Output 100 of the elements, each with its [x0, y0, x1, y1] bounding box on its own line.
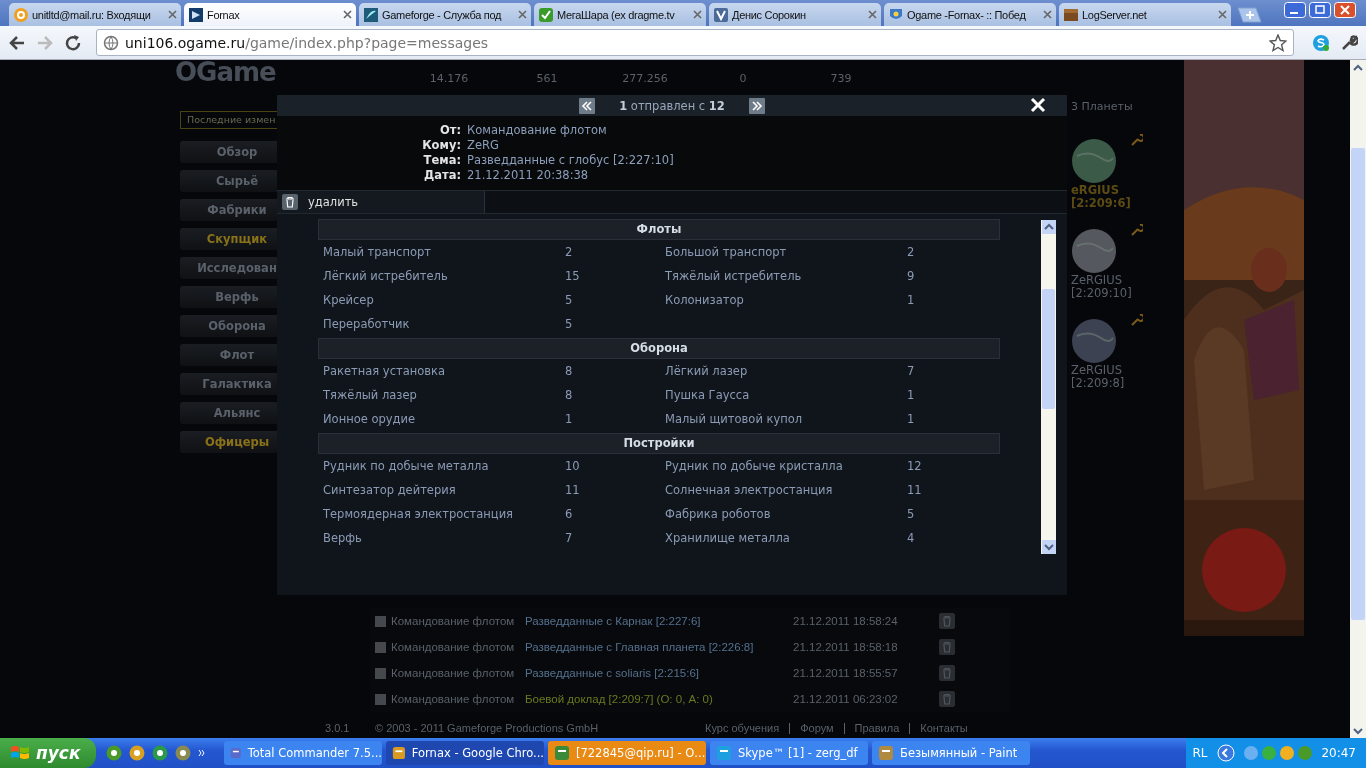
checkbox[interactable] — [375, 693, 386, 705]
browser-tab[interactable]: Gameforge - Служба под — [359, 3, 531, 26]
version-number: 3.0.1 — [325, 722, 351, 734]
field-value: ZeRG — [467, 138, 500, 153]
checkbox[interactable] — [375, 615, 386, 627]
trash-icon[interactable] — [939, 613, 955, 629]
planet-icon — [1071, 138, 1117, 184]
globe-icon — [103, 34, 119, 51]
item-name: Лёгкий истребитель — [322, 269, 449, 283]
planet-entry[interactable]: eRGIUS [2:209:6] — [1071, 120, 1181, 210]
trash-icon[interactable] — [939, 691, 955, 707]
trash-icon[interactable] — [939, 665, 955, 681]
item-count: 10 — [564, 459, 581, 473]
taskbar-button[interactable]: Skype™ [1] - zerg_df — [710, 741, 868, 765]
footer-link[interactable]: Контакты — [920, 722, 968, 734]
scrollbar[interactable] — [1350, 60, 1366, 738]
language-indicator[interactable]: RL — [1192, 746, 1208, 760]
wrench-icon[interactable] — [1340, 33, 1358, 52]
item-name: Верфь — [322, 531, 363, 545]
menu-button[interactable]: Обзор — [180, 141, 280, 163]
message-sender: Командование флотом — [391, 667, 516, 679]
menu-button[interactable]: Офицеры — [180, 431, 280, 453]
menu-button[interactable]: Галактика — [180, 373, 280, 395]
trash-icon[interactable] — [939, 639, 955, 655]
pager-text: 1 отправлен с 12 — [618, 98, 726, 113]
last-page-icon[interactable] — [749, 97, 765, 114]
item-name: Термоядерная электростанция — [322, 507, 515, 521]
menu-button[interactable]: Исследован — [180, 257, 280, 279]
taskbar-button[interactable]: Fornax - Google Chro... — [386, 741, 544, 765]
scrollbar[interactable] — [1041, 220, 1056, 554]
browser-tab[interactable]: МегаШара (ex dragme.tv — [534, 3, 706, 26]
message-sender: Командование флотом — [391, 641, 516, 653]
item-count: 2 — [564, 245, 574, 259]
footer-link[interactable]: Правила — [854, 722, 900, 734]
star-icon[interactable] — [1269, 33, 1287, 52]
resource-amount: 14.176 — [429, 72, 469, 85]
item-name: Тяжёлый лазер — [322, 388, 418, 402]
app-icon — [716, 745, 732, 761]
message-subject-link[interactable]: Разведданные с Карнак [2:227:6] — [525, 615, 793, 627]
planet-entry[interactable]: ZeRGIUS [2:209:8] — [1071, 300, 1181, 390]
browser-tab[interactable]: Ogame -Fornax- :: Побед — [884, 3, 1056, 26]
new-tab-icon[interactable] — [1236, 7, 1262, 23]
checkbox[interactable] — [375, 667, 386, 679]
message-subject-link[interactable]: Разведданные с soliaris [2:215:6] — [525, 667, 793, 679]
planet-entry[interactable]: ZeRGIUS [2:209:10] — [1071, 210, 1181, 300]
start-button[interactable]: пуск — [0, 738, 96, 768]
browser-tab[interactable]: LogServer.net — [1059, 3, 1231, 26]
menu-button[interactable]: Скупщик — [180, 228, 280, 250]
app-icon[interactable] — [175, 745, 191, 761]
wing-icon — [363, 6, 379, 23]
menu-button[interactable]: Флот — [180, 344, 280, 366]
checkmark-icon — [538, 6, 554, 23]
expand-tray-icon[interactable] — [1217, 744, 1236, 762]
resource-amount: 0 — [739, 72, 747, 85]
skype-icon[interactable] — [1312, 33, 1330, 52]
menu-button[interactable]: Альянс — [180, 402, 280, 424]
browser-tab[interactable]: unitltd@mail.ru: Входящи — [9, 3, 181, 26]
torrent-icon[interactable] — [106, 745, 122, 761]
browser-tab[interactable]: Денис Сорокин — [709, 3, 881, 26]
menu-button[interactable]: Оборона — [180, 315, 280, 337]
taskbar-button[interactable]: [722845@qip.ru] - О... — [548, 741, 706, 765]
menu-button[interactable]: Сырьё — [180, 170, 280, 192]
item-count: 1 — [906, 412, 916, 426]
first-page-icon[interactable] — [579, 97, 595, 114]
item-name: Пушка Гаусса — [664, 388, 751, 402]
item-name: Лёгкий лазер — [664, 364, 749, 378]
delete-button[interactable]: удалить — [277, 191, 485, 213]
resource-amount: 561 — [536, 72, 558, 85]
scroll-up-icon[interactable] — [1041, 220, 1056, 234]
scroll-down-icon[interactable] — [1041, 540, 1056, 554]
item-name: Ионное орудие — [322, 412, 417, 426]
qip-icon[interactable] — [152, 745, 168, 761]
taskbar-button[interactable]: Безымянный - Paint — [872, 741, 1030, 765]
chevron-icon[interactable] — [198, 749, 206, 757]
menu-button[interactable]: Верфь — [180, 286, 280, 308]
item-name: Рудник по добыче кристалла — [664, 459, 844, 473]
mail-icon — [13, 6, 29, 23]
address-bar[interactable]: uni106.ogame.ru/game/index.php?page=messages — [96, 29, 1294, 56]
maximize-icon[interactable] — [1309, 2, 1331, 18]
message-date: 21.12.2011 06:23:02 — [793, 693, 899, 705]
back-icon[interactable] — [8, 33, 26, 52]
game-logo[interactable]: OGame — [175, 60, 280, 90]
item-count: 11 — [564, 483, 581, 497]
item-count: 4 — [906, 531, 916, 545]
browser-tab[interactable]: Fornax — [184, 3, 356, 26]
footer-link[interactable]: Форум — [800, 722, 834, 734]
browser-icon[interactable] — [129, 745, 145, 761]
reload-icon[interactable] — [64, 33, 82, 52]
item-name: Малый щитовой купол — [664, 412, 804, 426]
message-subject-link[interactable]: Боевой доклад [2:209:7] (О: 0, А: 0) — [525, 693, 793, 705]
field-value: 21.12.2011 20:38:38 — [467, 168, 590, 183]
taskbar-button[interactable]: Total Commander 7.5... — [224, 741, 382, 765]
footer-link[interactable]: Курс обучения — [705, 722, 780, 734]
field-label: От: — [438, 123, 461, 138]
message-subject-link[interactable]: Разведданные с Главная планета [2:226:8] — [525, 641, 793, 653]
planet-icon — [1071, 228, 1117, 274]
field-label: Кому: — [421, 138, 461, 153]
checkbox[interactable] — [375, 641, 386, 653]
menu-button[interactable]: Фабрики — [180, 199, 280, 221]
minimize-icon[interactable] — [1284, 2, 1306, 18]
